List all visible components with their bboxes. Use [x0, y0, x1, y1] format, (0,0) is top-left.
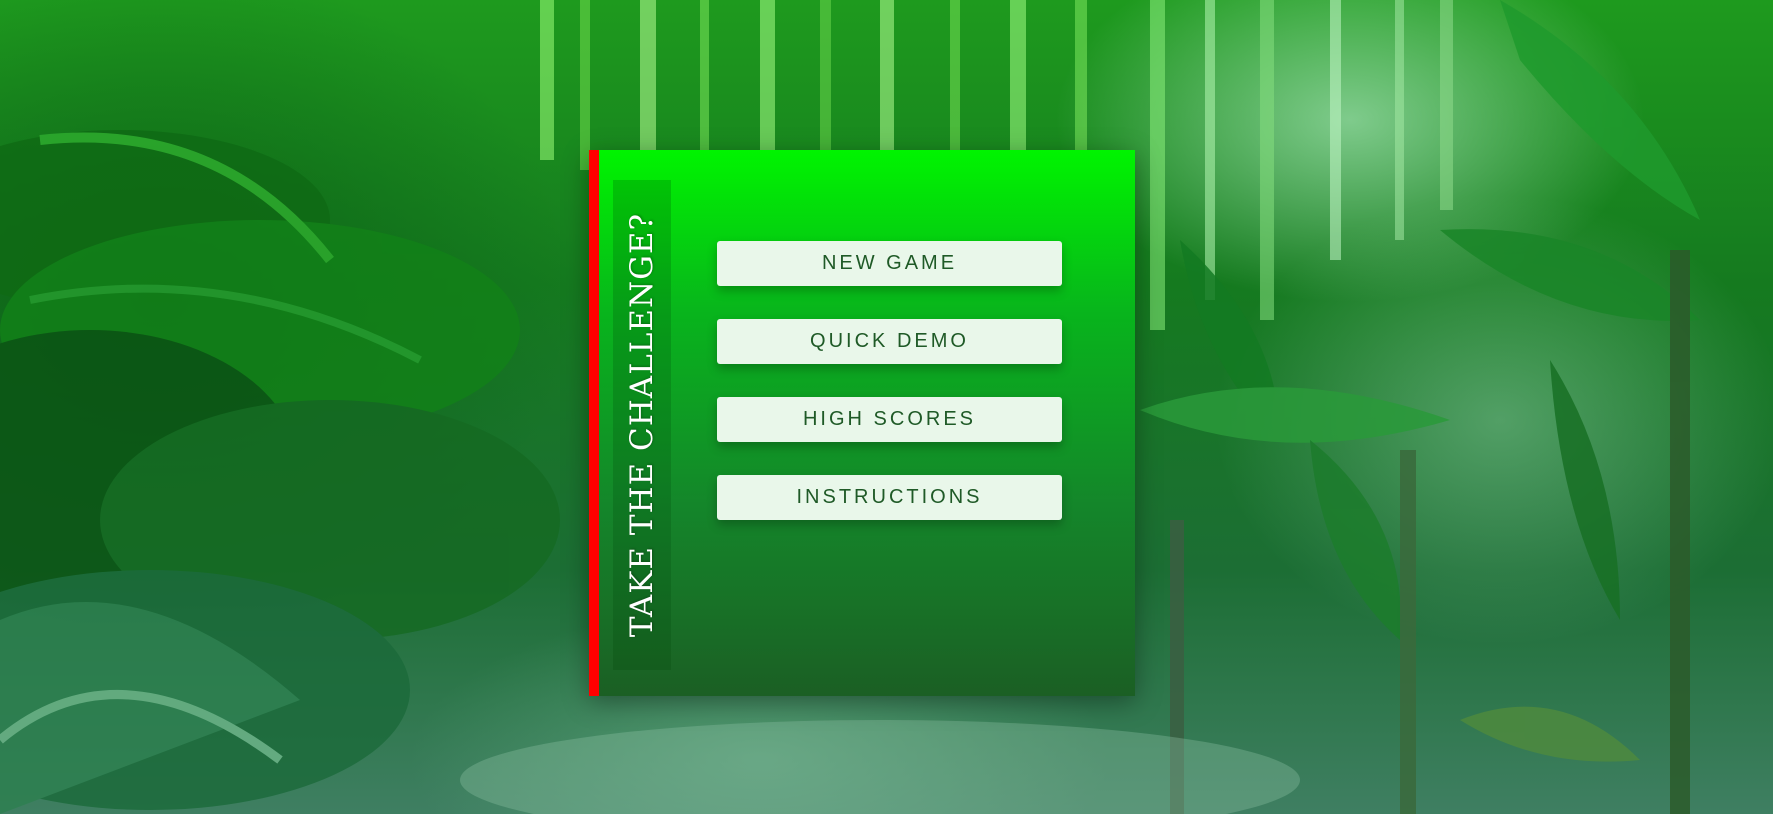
- high-scores-button[interactable]: HIGH SCORES: [717, 397, 1062, 442]
- menu-title: TAKE THE CHALLENGE?: [624, 212, 660, 638]
- title-strip: TAKE THE CHALLENGE?: [613, 180, 671, 670]
- menu-button-list: NEW GAME QUICK DEMO HIGH SCORES INSTRUCT…: [717, 241, 1062, 553]
- quick-demo-button[interactable]: QUICK DEMO: [717, 319, 1062, 364]
- new-game-button[interactable]: NEW GAME: [717, 241, 1062, 286]
- instructions-button[interactable]: INSTRUCTIONS: [717, 475, 1062, 520]
- main-menu-panel: TAKE THE CHALLENGE? NEW GAME QUICK DEMO …: [589, 150, 1135, 696]
